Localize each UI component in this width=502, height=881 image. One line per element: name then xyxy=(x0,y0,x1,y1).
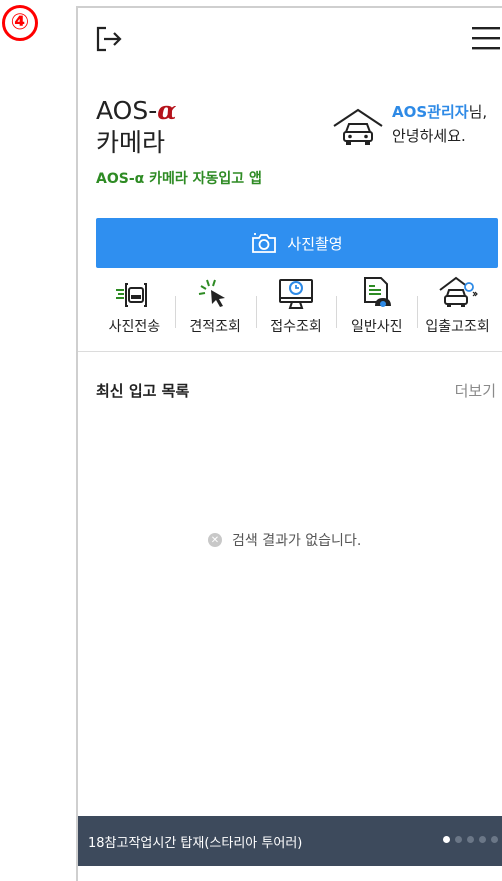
carousel-dots xyxy=(438,836,498,843)
recent-list-title: 최신 입고 목록 xyxy=(96,382,190,400)
brand-name-prefix: AOS- xyxy=(96,96,158,125)
quick-menu-label: 입출고조회 xyxy=(425,319,490,335)
quick-menu-label: 사진전송 xyxy=(108,319,161,335)
step-badge: ④ xyxy=(2,5,38,41)
quick-menu-general-photo[interactable]: 일반사진 xyxy=(336,276,417,346)
notice-ticker[interactable]: 18참고작업시간 탑재(스타리아 투어러) xyxy=(78,816,502,866)
quick-menu-label: 일반사진 xyxy=(351,319,403,335)
monitor-clock-icon xyxy=(278,279,313,309)
take-photo-label: 사진촬영 xyxy=(287,234,343,253)
more-link[interactable]: 더보기 xyxy=(455,380,496,401)
quick-menu: 사진전송 견적조회 접수조회 일반사진 입출고조회 xyxy=(94,276,498,346)
ticker-text: 18참고작업시간 탑재(스타리아 투어러) xyxy=(88,835,303,851)
carousel-dot[interactable] xyxy=(443,836,450,843)
quick-menu-label: 접수조회 xyxy=(270,319,322,335)
garage-car-icon xyxy=(438,276,478,307)
photo-send-icon xyxy=(116,283,148,307)
brand-logo: AOS-α 카메라 xyxy=(96,96,176,160)
app-subtitle: AOS-α 카메라 자동입고 앱 xyxy=(96,171,262,187)
brand-alpha: α xyxy=(157,96,177,125)
top-bar xyxy=(78,8,502,68)
empty-message: 검색 결과가 없습니다. xyxy=(232,533,362,549)
camera-icon xyxy=(252,233,277,253)
cursor-click-icon xyxy=(199,279,226,307)
app-screen: AOS-α 카메라 AOS관리자님, 안녕하세요. AOS-α 카메라 자동입고… xyxy=(76,6,502,881)
section-divider xyxy=(78,351,502,352)
hamburger-menu-icon[interactable] xyxy=(472,26,500,50)
carousel-dot[interactable] xyxy=(455,836,462,843)
user-greeting: AOS관리자님, 안녕하세요. xyxy=(332,100,502,156)
take-photo-button[interactable]: 사진촬영 xyxy=(96,218,498,268)
quick-menu-estimate[interactable]: 견적조회 xyxy=(174,276,256,346)
greeting-suffix: 님, xyxy=(468,103,488,121)
carousel-dot[interactable] xyxy=(479,836,486,843)
document-photo-icon xyxy=(363,277,391,307)
quick-menu-photo-send[interactable]: 사진전송 xyxy=(94,276,175,346)
logout-icon[interactable] xyxy=(94,24,124,54)
greeting-line2: 안녕하세요. xyxy=(392,127,466,145)
close-circle-icon: ✕ xyxy=(208,533,222,547)
empty-state: ✕ 검색 결과가 없습니다. xyxy=(208,530,361,550)
brand-name-line2: 카메라 xyxy=(96,128,166,157)
quick-menu-reception[interactable]: 접수조회 xyxy=(255,276,337,346)
carousel-dot[interactable] xyxy=(491,836,498,843)
carousel-dot[interactable] xyxy=(467,836,474,843)
quick-menu-in-out[interactable]: 입출고조회 xyxy=(417,276,498,346)
quick-menu-label: 견적조회 xyxy=(189,319,241,335)
car-house-icon xyxy=(333,108,383,145)
user-name: AOS관리자 xyxy=(392,103,469,121)
